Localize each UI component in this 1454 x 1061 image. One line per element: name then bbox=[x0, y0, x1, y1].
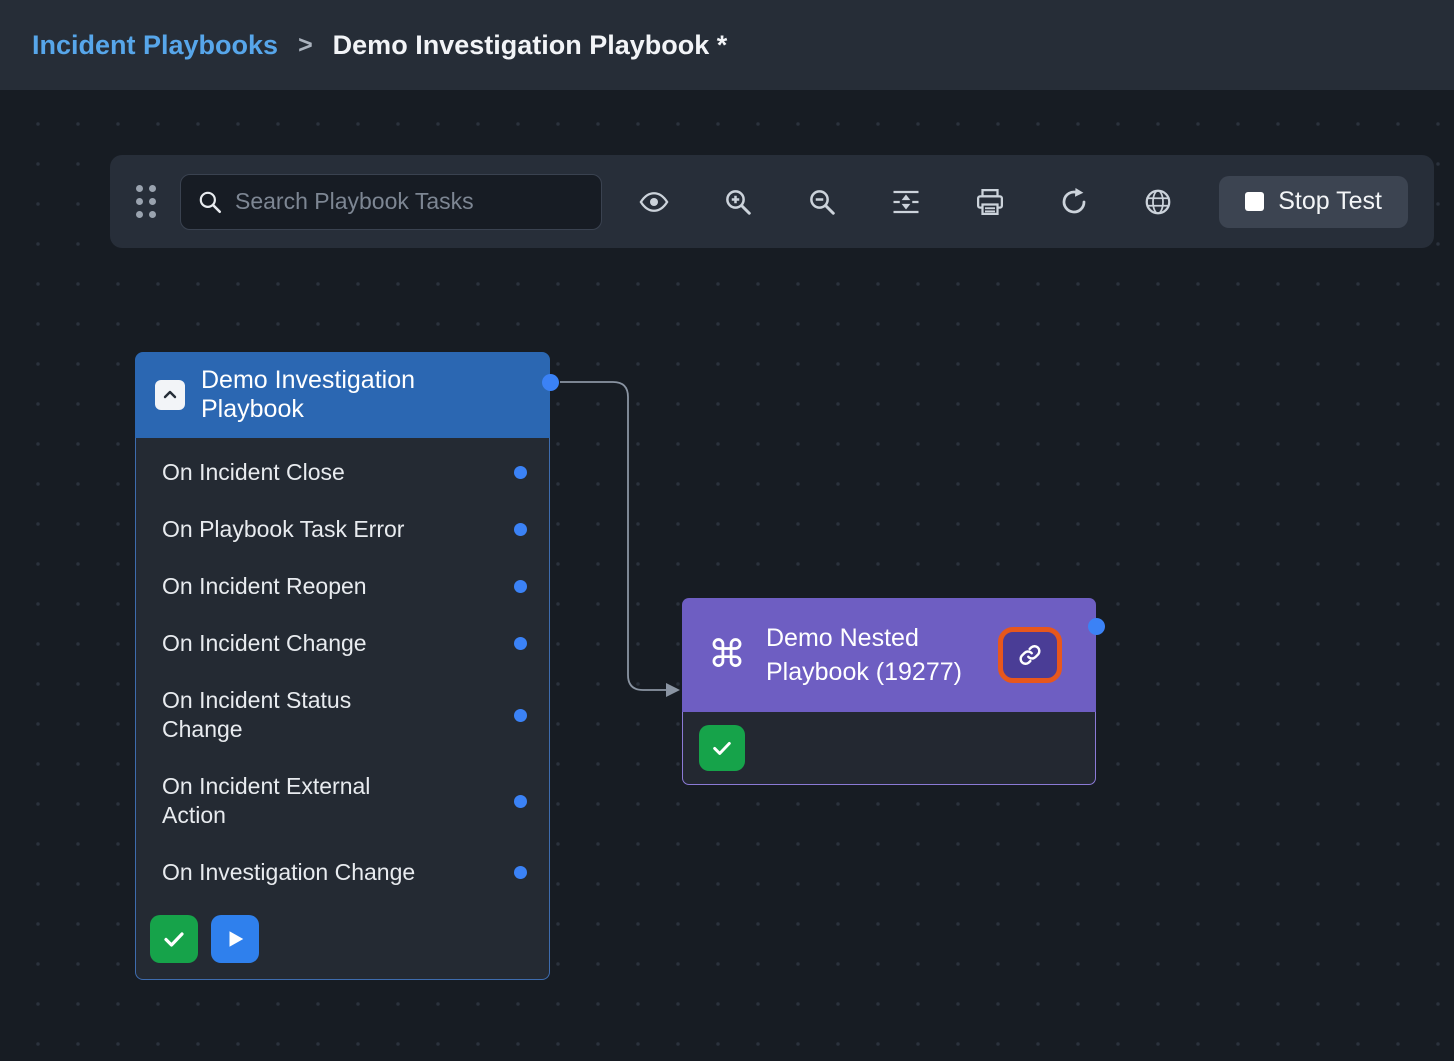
trigger-label: On Incident External Action bbox=[162, 772, 434, 830]
trigger-output-port[interactable] bbox=[514, 466, 527, 479]
canvas-toolbar: Stop Test bbox=[110, 155, 1434, 248]
main-node-body: On Incident Close On Playbook Task Error… bbox=[135, 438, 550, 980]
run-play-button[interactable] bbox=[211, 915, 259, 963]
trigger-output-port[interactable] bbox=[514, 866, 527, 879]
globe-icon[interactable] bbox=[1134, 178, 1182, 226]
nested-node-header[interactable]: ⌘ Demo Nested Playbook (19277) bbox=[682, 598, 1096, 712]
trigger-label: On Investigation Change bbox=[162, 858, 434, 887]
breadcrumb-link-incident-playbooks[interactable]: Incident Playbooks bbox=[32, 30, 278, 61]
nested-node-output-port[interactable] bbox=[1088, 618, 1105, 635]
stop-test-button[interactable]: Stop Test bbox=[1219, 176, 1408, 228]
breadcrumb-separator-icon: > bbox=[298, 31, 313, 60]
node-demo-investigation-playbook: Demo Investigation Playbook On Incident … bbox=[135, 352, 550, 980]
trigger-row-on-incident-change[interactable]: On Incident Change bbox=[136, 615, 549, 672]
stop-test-label: Stop Test bbox=[1278, 187, 1382, 216]
validate-check-button[interactable] bbox=[150, 915, 198, 963]
main-node-header[interactable]: Demo Investigation Playbook bbox=[135, 352, 550, 438]
stop-icon bbox=[1245, 192, 1264, 211]
command-icon: ⌘ bbox=[708, 636, 746, 674]
nested-node-body bbox=[682, 712, 1096, 785]
zoom-out-icon[interactable] bbox=[798, 178, 846, 226]
trigger-row-on-incident-external-action[interactable]: On Incident External Action bbox=[136, 758, 549, 844]
trigger-row-on-incident-reopen[interactable]: On Incident Reopen bbox=[136, 558, 549, 615]
trigger-output-port[interactable] bbox=[514, 795, 527, 808]
trigger-row-on-incident-close[interactable]: On Incident Close bbox=[136, 444, 549, 501]
toolbar-icons bbox=[630, 178, 1182, 226]
trigger-label: On Incident Change bbox=[162, 629, 434, 658]
playbook-canvas[interactable]: Stop Test Demo Investigation Playbook On… bbox=[0, 90, 1454, 1061]
trigger-output-port[interactable] bbox=[514, 580, 527, 593]
trigger-row-on-investigation-change[interactable]: On Investigation Change bbox=[136, 844, 549, 901]
trigger-output-port[interactable] bbox=[514, 637, 527, 650]
play-icon bbox=[224, 928, 246, 950]
check-icon bbox=[162, 927, 186, 951]
drag-handle-icon[interactable] bbox=[136, 185, 156, 218]
print-icon[interactable] bbox=[966, 178, 1014, 226]
page-title: Demo Investigation Playbook * bbox=[333, 30, 728, 61]
trigger-row-on-playbook-task-error[interactable]: On Playbook Task Error bbox=[136, 501, 549, 558]
zoom-in-icon[interactable] bbox=[714, 178, 762, 226]
chevron-up-icon bbox=[162, 387, 178, 403]
collapse-node-button[interactable] bbox=[155, 380, 185, 410]
node-demo-nested-playbook: ⌘ Demo Nested Playbook (19277) bbox=[682, 598, 1096, 785]
visibility-eye-icon[interactable] bbox=[630, 178, 678, 226]
open-nested-playbook-link-button[interactable] bbox=[998, 627, 1062, 683]
breadcrumb: Incident Playbooks > Demo Investigation … bbox=[0, 0, 1454, 90]
nested-validate-check-button[interactable] bbox=[699, 725, 745, 771]
main-node-footer bbox=[136, 901, 549, 979]
trigger-output-port[interactable] bbox=[514, 523, 527, 536]
search-input[interactable] bbox=[235, 188, 585, 215]
refresh-icon[interactable] bbox=[1050, 178, 1098, 226]
check-icon bbox=[711, 737, 733, 759]
main-node-title: Demo Investigation Playbook bbox=[201, 366, 501, 424]
search-box bbox=[180, 174, 602, 230]
nested-node-title: Demo Nested Playbook (19277) bbox=[766, 621, 978, 689]
trigger-label: On Incident Status Change bbox=[162, 686, 434, 744]
trigger-row-on-incident-status-change[interactable]: On Incident Status Change bbox=[136, 672, 549, 758]
trigger-label: On Incident Reopen bbox=[162, 572, 434, 601]
fit-to-screen-icon[interactable] bbox=[882, 178, 930, 226]
trigger-label: On Playbook Task Error bbox=[162, 515, 434, 544]
link-icon bbox=[1016, 641, 1044, 669]
trigger-output-port[interactable] bbox=[514, 709, 527, 722]
search-icon bbox=[197, 189, 223, 215]
main-node-output-port[interactable] bbox=[542, 374, 559, 391]
trigger-label: On Incident Close bbox=[162, 458, 434, 487]
